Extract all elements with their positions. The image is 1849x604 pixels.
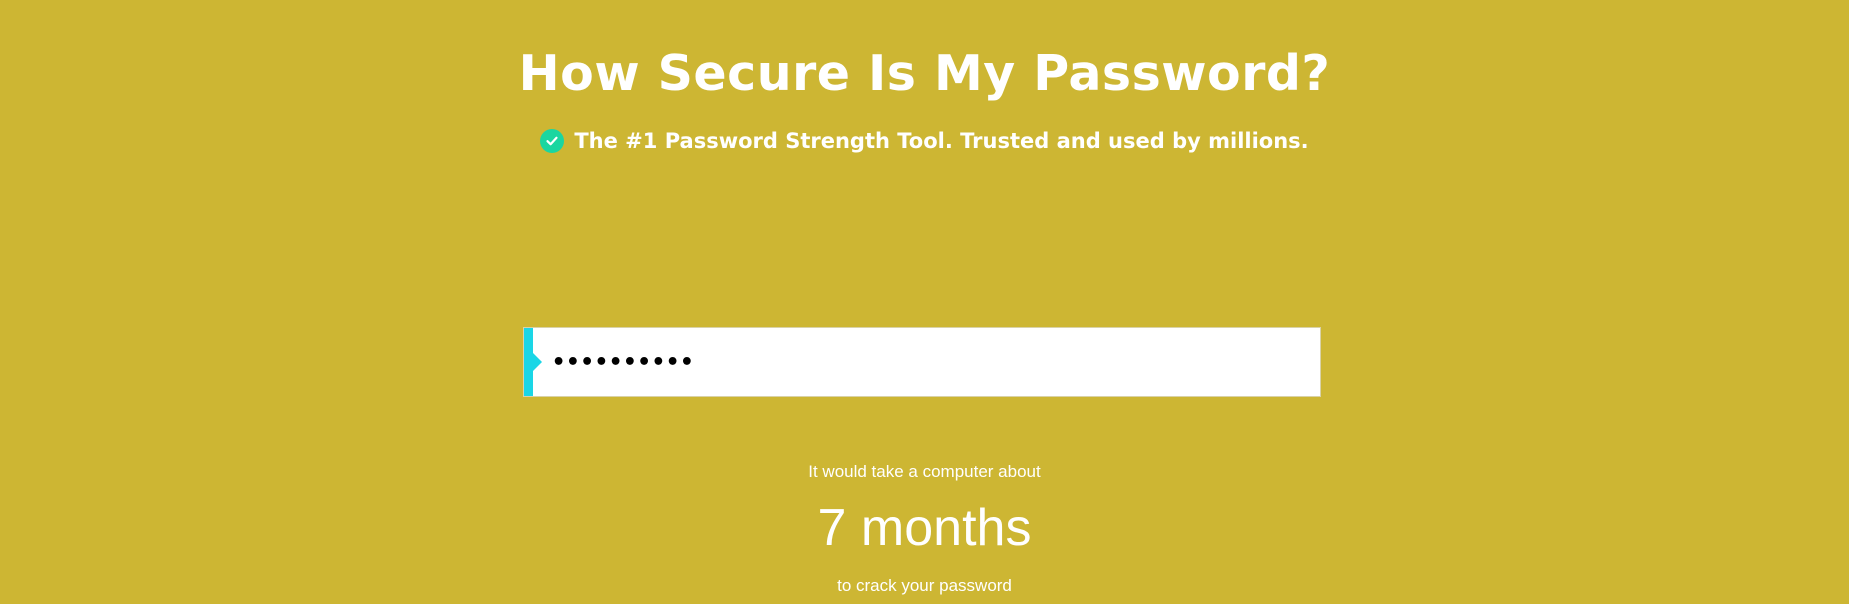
password-input[interactable]: [552, 328, 1312, 396]
input-accent-bar: [524, 328, 533, 396]
password-field[interactable]: [523, 327, 1321, 397]
tagline: The #1 Password Strength Tool. Trusted a…: [0, 126, 1849, 156]
result-prefix: It would take a computer about: [808, 462, 1041, 481]
tagline-text: The #1 Password Strength Tool. Trusted a…: [574, 129, 1309, 153]
crack-time: 7 months: [817, 499, 1032, 557]
page-title: How Secure Is My Password?: [518, 45, 1331, 102]
check-circle-icon: [540, 129, 565, 153]
result-suffix: to crack your password: [837, 576, 1012, 595]
input-arrow-icon: [533, 353, 542, 371]
page: How Secure Is My Password? The #1 Passwo…: [0, 0, 1849, 604]
